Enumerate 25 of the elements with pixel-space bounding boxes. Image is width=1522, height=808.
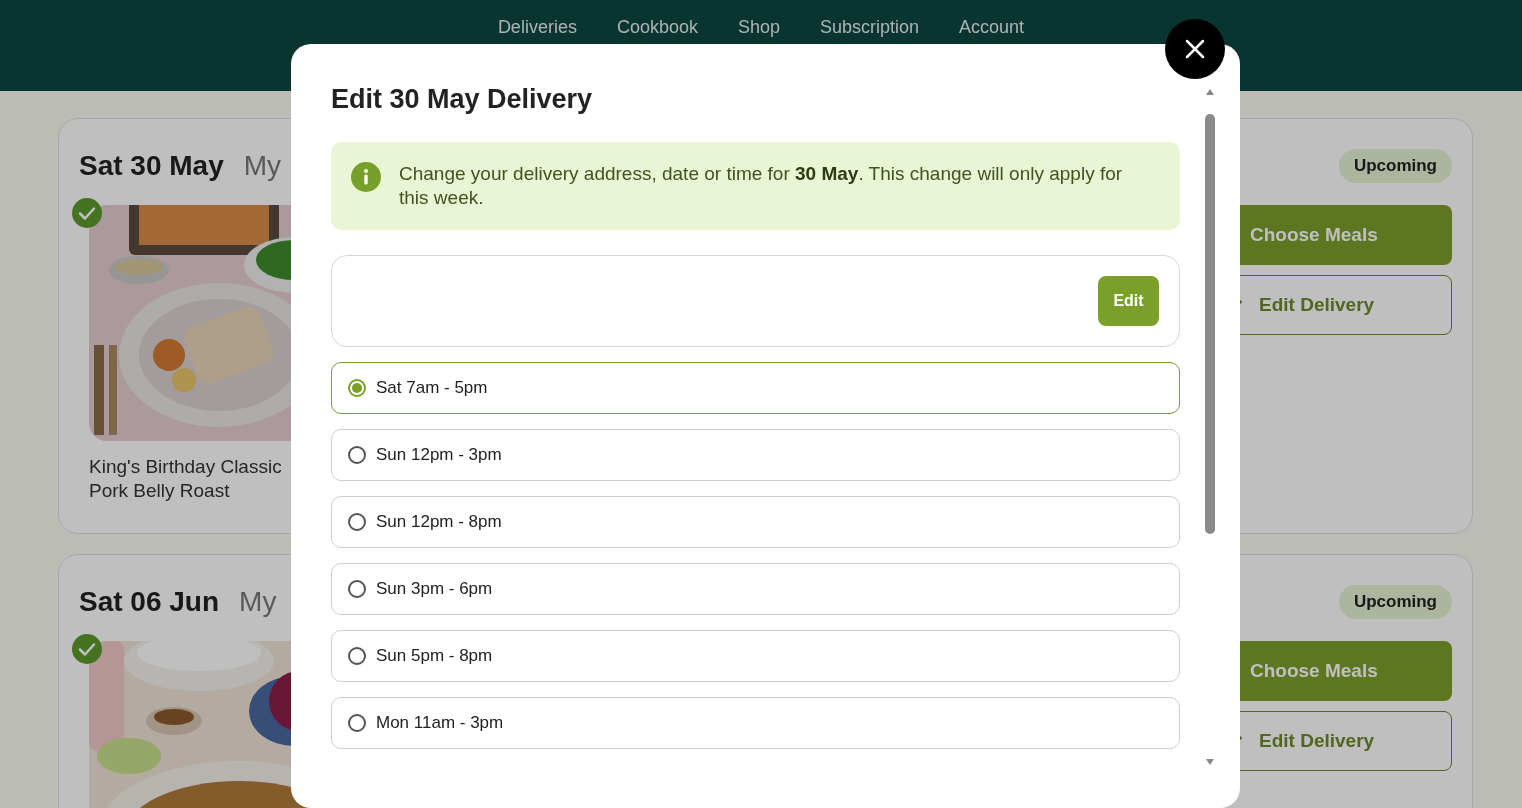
delivery-subtitle: My <box>239 586 277 618</box>
scroll-up-icon[interactable] <box>1205 88 1215 96</box>
nav-link[interactable]: Account <box>959 17 1025 39</box>
time-slot-option[interactable]: Sun 5pm - 8pm <box>331 630 1180 682</box>
dialog-title: Edit 30 May Delivery <box>331 84 594 116</box>
scrollbar-thumb[interactable] <box>1205 114 1215 534</box>
time-slot-option[interactable]: Sun 12pm - 3pm <box>331 429 1180 481</box>
time-slot-option[interactable]: Sat 7am - 5pm <box>331 362 1180 414</box>
time-slot-option[interactable]: Mon 11am - 3pm <box>331 697 1180 749</box>
time-slot-option[interactable]: Sun 12pm - 8pm <box>331 496 1180 548</box>
info-icon <box>351 162 381 192</box>
close-icon <box>1184 38 1206 60</box>
status-badge: Upcoming <box>1338 585 1452 619</box>
status-badge: Upcoming <box>1338 149 1452 183</box>
delivery-date: Sat 06 Jun <box>79 586 220 618</box>
notice-text: Change your delivery address, date or time for 30 May. This change will only apply for this week. <box>399 162 1124 210</box>
time-slot-option[interactable]: Sun 3pm - 6pm <box>331 563 1180 615</box>
nav-link[interactable]: Deliveries <box>497 17 577 39</box>
nav-link[interactable]: Cookbook <box>616 17 698 39</box>
scroll-down-icon[interactable] <box>1205 758 1215 766</box>
delivery-subtitle: My <box>243 150 282 182</box>
nav-link[interactable]: Shop <box>737 17 780 39</box>
delivery-date: Sat 30 May <box>79 150 224 182</box>
meal-name: King's Birthday Classic Pork Belly Roast <box>89 455 283 503</box>
nav-link[interactable]: Subscription <box>820 17 920 39</box>
